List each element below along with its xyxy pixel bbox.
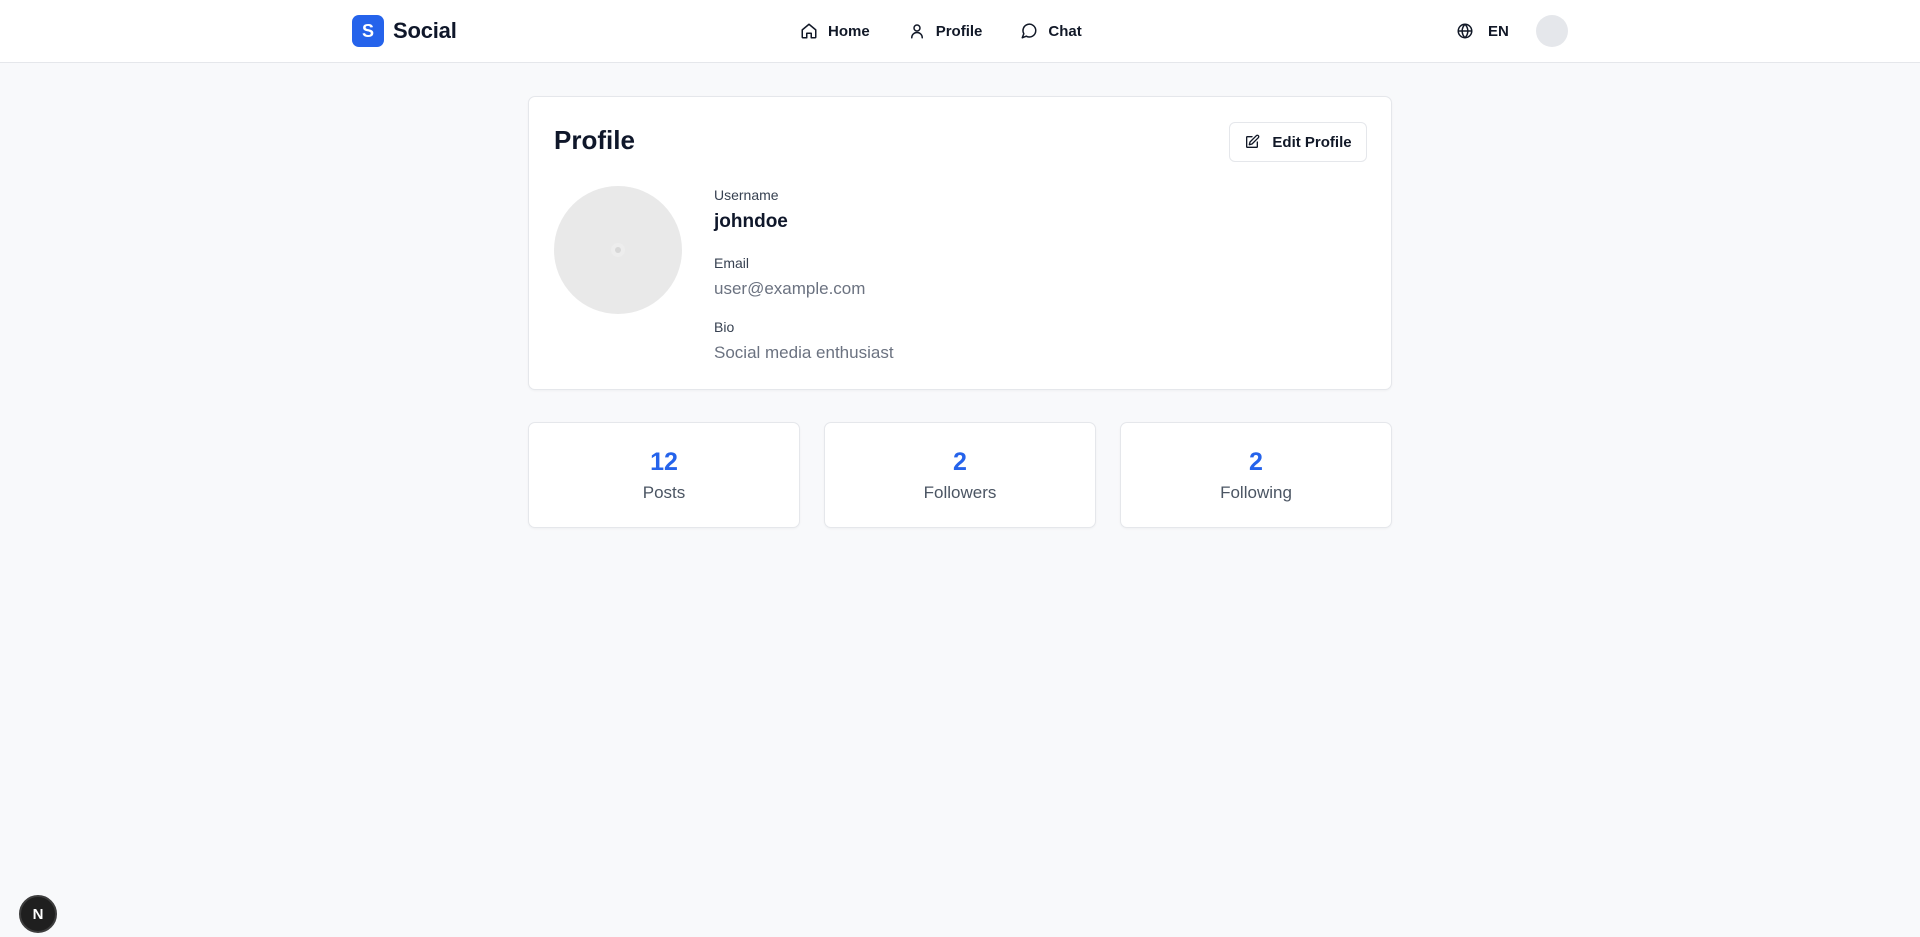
edit-profile-button[interactable]: Edit Profile [1229,122,1367,162]
dev-tools-badge[interactable]: N [19,895,57,933]
edit-profile-label: Edit Profile [1272,133,1352,151]
avatar-placeholder-icon [615,247,621,253]
email-label: Email [714,255,750,271]
brand-home-link[interactable]: S Social [352,15,457,47]
nav-profile[interactable]: Profile [908,22,983,40]
following-count: 2 [1249,448,1263,476]
username-value: johndoe [714,211,788,232]
globe-icon [1457,23,1473,39]
page-title: Profile [554,125,635,155]
email-value: user@example.com [714,279,866,298]
username-label: Username [714,187,779,203]
following-label: Following [1220,483,1292,502]
nav-home[interactable]: Home [800,22,870,40]
bio-label: Bio [714,319,735,335]
nav-chat-label: Chat [1048,22,1082,40]
user-avatar-menu[interactable] [1536,15,1568,47]
stat-followers[interactable]: 2 Followers [824,422,1096,528]
stat-following[interactable]: 2 Following [1120,422,1392,528]
stat-posts[interactable]: 12 Posts [528,422,800,528]
language-code: EN [1488,22,1509,40]
message-circle-icon [1021,23,1037,39]
nav-profile-label: Profile [935,22,983,40]
brand-logo: S [352,15,384,47]
profile-card: Profile Edit Profile Username johndoe Em… [528,96,1392,390]
brand-name: Social [393,18,457,43]
top-navigation-bar: S Social Home Profile Chat EN [0,0,1920,63]
nav-chat[interactable]: Chat [1020,22,1082,40]
nav-home-label: Home [828,22,870,40]
main-nav: Home Profile Chat [800,18,1082,44]
user-icon [910,24,923,39]
language-switcher[interactable]: EN [1456,20,1509,42]
followers-count: 2 [953,448,967,476]
edit-icon [1246,134,1260,148]
bio-value: Social media enthusiast [714,343,894,362]
home-icon [801,23,817,39]
posts-label: Posts [642,483,686,502]
posts-count: 12 [650,448,678,476]
followers-label: Followers [923,483,997,502]
profile-avatar [554,186,682,314]
